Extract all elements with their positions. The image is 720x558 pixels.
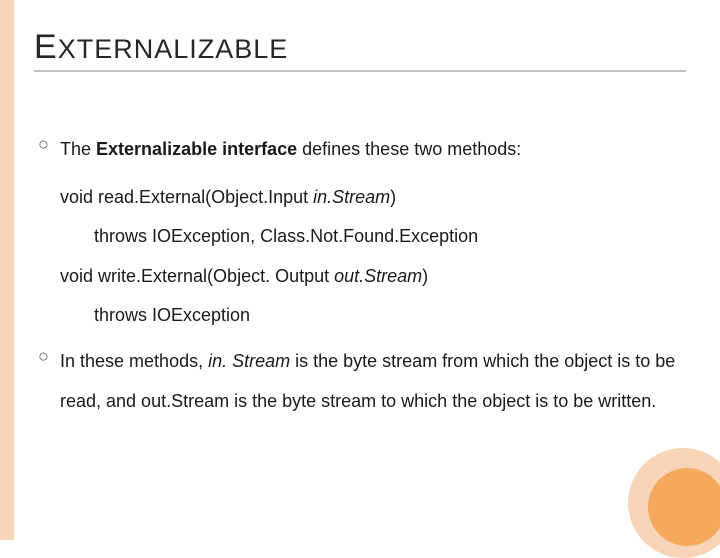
code-text: ) <box>390 187 396 207</box>
title-underline <box>34 70 686 72</box>
bullet-marker-icon: ○ <box>38 342 60 371</box>
left-accent-bar <box>0 0 14 540</box>
text-fragment-italic: in. Stream <box>208 351 295 371</box>
content-area: ○ The Externalizable interface defines t… <box>38 130 678 429</box>
bullet-item: ○ In these methods, in. Stream is the by… <box>38 342 678 421</box>
text-fragment-bold: Externalizable interface <box>96 139 302 159</box>
code-line: void read.External(Object.Input in.Strea… <box>60 178 678 218</box>
bullet-text: In these methods, in. Stream is the byte… <box>60 342 678 421</box>
code-text-italic: in.Stream <box>313 187 390 207</box>
bullet-item: ○ The Externalizable interface defines t… <box>38 130 678 170</box>
code-block: void read.External(Object.Input in.Strea… <box>60 178 678 336</box>
title-rest: XTERNALIZABLE <box>58 34 289 64</box>
code-text: ) <box>422 266 428 286</box>
title-first-cap: E <box>34 28 58 66</box>
text-fragment: In these methods, <box>60 351 208 371</box>
text-fragment: defines these two methods: <box>302 139 521 159</box>
code-text: void read.External(Object.Input <box>60 187 313 207</box>
code-line-indent: throws IOException <box>60 296 678 336</box>
bullet-marker-icon: ○ <box>38 130 60 159</box>
code-line-indent: throws IOException, Class.Not.Found.Exce… <box>60 217 678 257</box>
code-line: void write.External(Object. Output out.S… <box>60 257 678 297</box>
decor-circle-inner <box>648 468 720 546</box>
page-title: EXTERNALIZABLE <box>34 28 288 67</box>
text-fragment: The <box>60 139 96 159</box>
bullet-text: The Externalizable interface defines the… <box>60 130 678 170</box>
code-text: void write.External(Object. Output <box>60 266 334 286</box>
code-text-italic: out.Stream <box>334 266 422 286</box>
